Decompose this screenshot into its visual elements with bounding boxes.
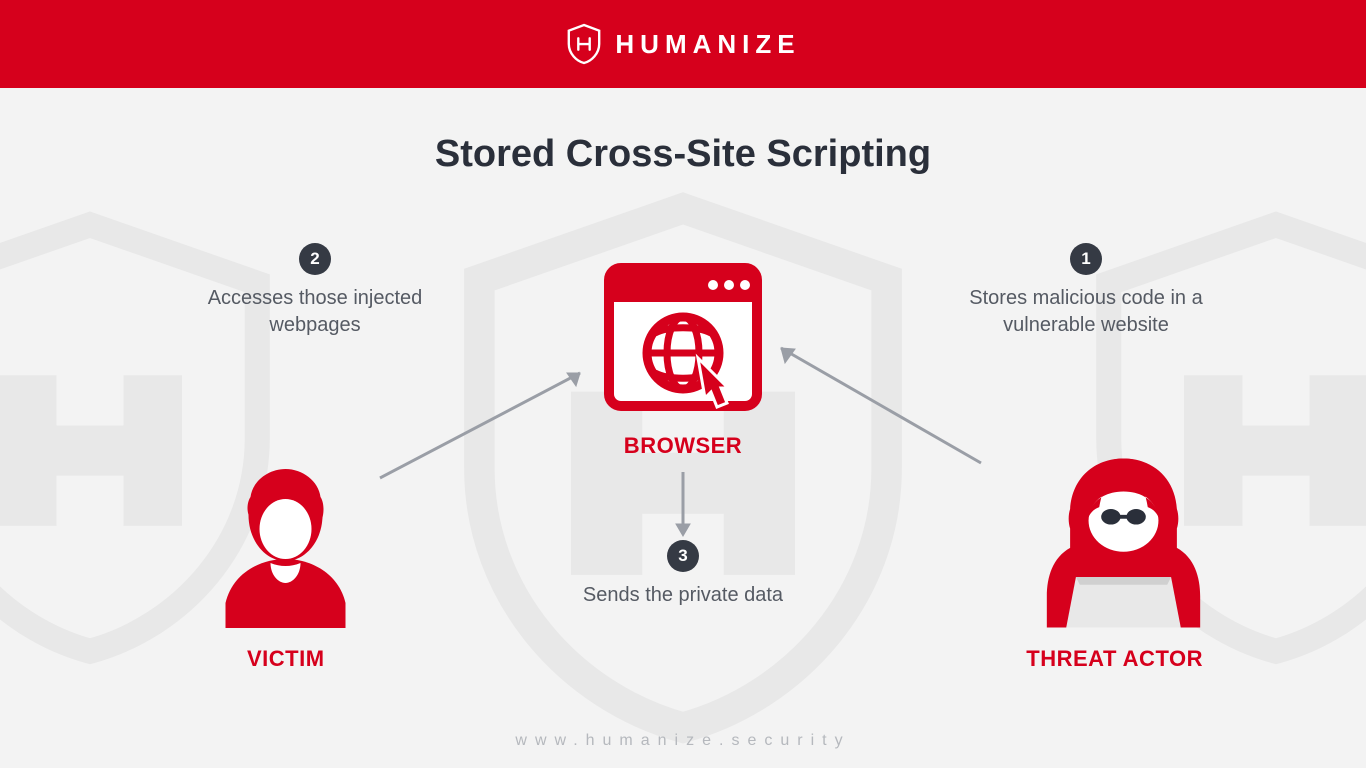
diagram-title: Stored Cross-Site Scripting [0,133,1366,176]
brand-name: HUMANIZE [615,29,800,60]
step-2-badge: 2 [299,243,331,275]
arrow-threat-to-browser [761,333,991,473]
arrow-victim-to-browser [370,358,600,488]
step-1: 1 Stores malicious code in a vulnerable … [946,243,1226,339]
step-3-badge: 3 [667,540,699,572]
step-1-text: Stores malicious code in a vulnerable we… [946,285,1226,339]
browser-label: BROWSER [624,433,742,459]
shield-logo-icon [565,23,603,65]
arrow-browser-down [673,468,693,543]
step-3: 3 Sends the private data [543,540,823,609]
browser-icon [601,258,766,418]
footer-url: www.humanize.security [0,732,1366,750]
threat-actor-label: THREAT ACTOR [1026,646,1203,672]
step-2-text: Accesses those injected webpages [175,285,455,339]
threat-actor-icon [1041,448,1206,638]
victim-person-icon [218,463,353,633]
step-1-badge: 1 [1070,243,1102,275]
step-2: 2 Accesses those injected webpages [175,243,455,339]
step-3-text: Sends the private data [543,582,823,609]
header-bar: HUMANIZE [0,0,1366,88]
diagram-area: Stored Cross-Site Scripting 1 Stores mal… [0,88,1366,768]
victim-label: VICTIM [247,646,325,672]
